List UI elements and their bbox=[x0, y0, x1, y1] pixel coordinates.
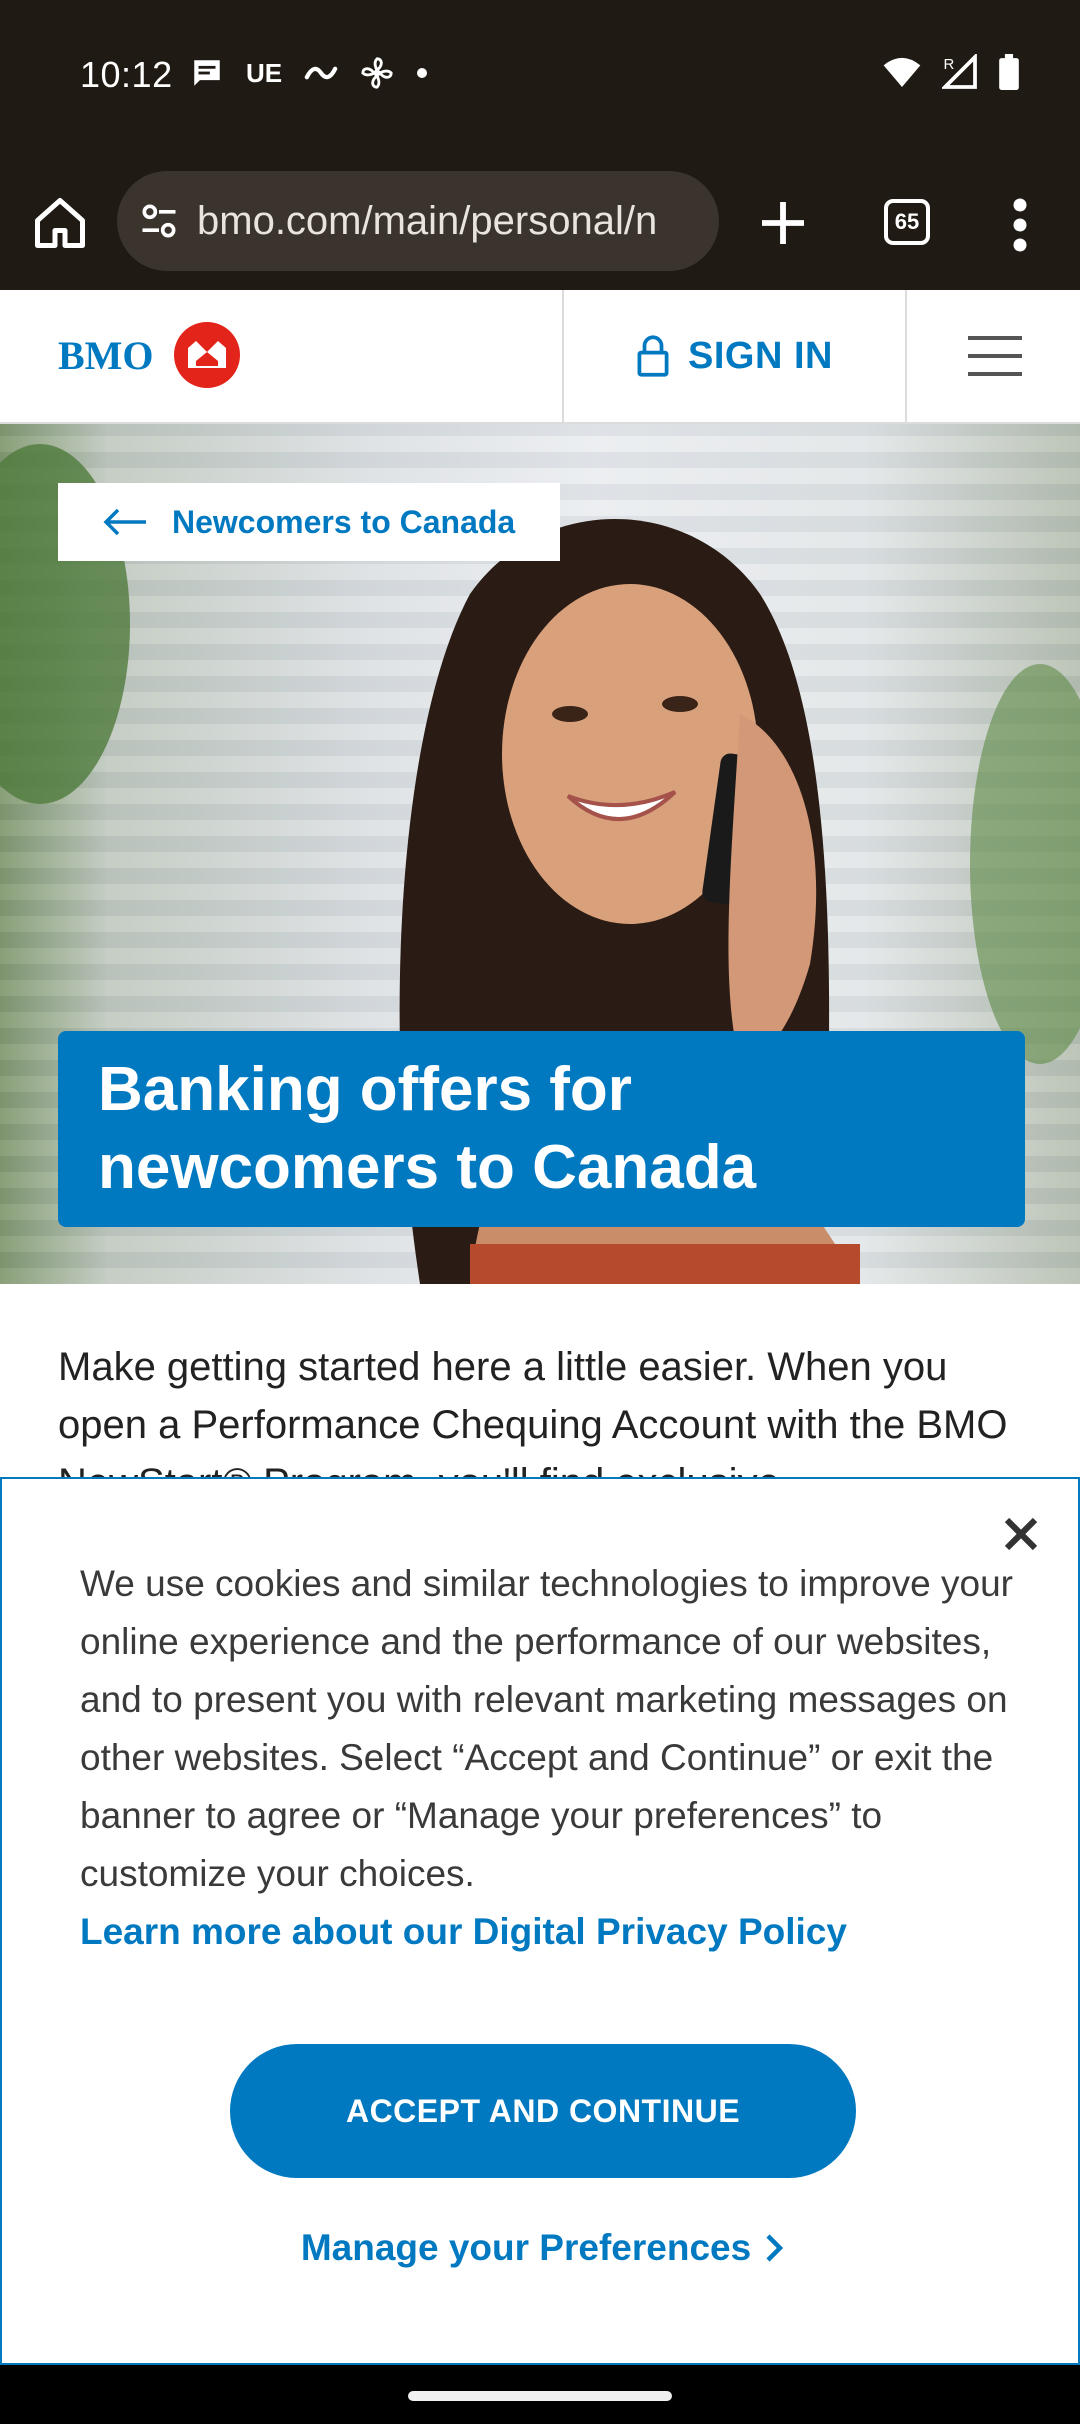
close-icon[interactable] bbox=[1000, 1513, 1042, 1555]
dot-icon bbox=[417, 68, 428, 78]
hero-title-box: Banking offers for newcomers to Canada bbox=[58, 1031, 1025, 1227]
wave-icon bbox=[304, 66, 338, 80]
hero-title-line1: Banking offers for bbox=[98, 1055, 632, 1124]
browser-toolbar: bmo.com/main/personal/n 65 bbox=[0, 155, 1080, 290]
hero-banner: Newcomers to Canada Banking offers for n… bbox=[0, 424, 1080, 1284]
cookie-message: We use cookies and similar technologies … bbox=[80, 1563, 1013, 1894]
site-header: BMO SIGN IN bbox=[0, 290, 1080, 424]
lock-icon bbox=[637, 335, 669, 377]
signal-icon: R bbox=[942, 54, 977, 89]
logo-text: BMO bbox=[58, 332, 154, 378]
site-settings-icon[interactable] bbox=[137, 199, 181, 243]
privacy-policy-link[interactable]: Learn more about our Digital Privacy Pol… bbox=[80, 1911, 847, 1953]
hero-title-line2: newcomers to Canada bbox=[98, 1133, 757, 1202]
fan-icon bbox=[361, 57, 393, 89]
menu-icon[interactable] bbox=[968, 334, 1022, 378]
wifi-icon bbox=[883, 57, 921, 87]
manage-preferences-label: Manage your Preferences bbox=[300, 2227, 752, 2268]
more-options-icon[interactable] bbox=[1005, 195, 1035, 255]
ue-notification: UE bbox=[246, 57, 283, 88]
home-icon[interactable] bbox=[30, 193, 90, 253]
status-bar: 10:12 UE R bbox=[0, 0, 1080, 155]
cookie-consent-banner: We use cookies and similar technologies … bbox=[0, 1477, 1080, 2365]
sign-in-label: SIGN IN bbox=[688, 334, 833, 377]
accept-and-continue-button[interactable]: ACCEPT AND CONTINUE bbox=[230, 2044, 856, 2178]
arrow-left-icon bbox=[103, 508, 146, 536]
bmo-logo[interactable]: BMO bbox=[58, 322, 240, 388]
battery-icon bbox=[999, 54, 1019, 90]
system-nav-bar bbox=[0, 2365, 1080, 2424]
chevron-right-icon bbox=[766, 2234, 784, 2262]
home-gesture-handle[interactable] bbox=[408, 2391, 672, 2401]
status-time: 10:12 bbox=[80, 54, 173, 95]
manage-preferences-link[interactable]: Manage your Preferences bbox=[2, 2227, 1080, 2269]
back-link-label: Newcomers to Canada bbox=[172, 503, 516, 540]
sign-in-button[interactable]: SIGN IN bbox=[562, 290, 907, 422]
system-icons: R bbox=[882, 54, 1020, 90]
new-tab-icon[interactable] bbox=[755, 195, 811, 251]
url-text[interactable]: bmo.com/main/personal/n bbox=[197, 199, 657, 244]
signal-label: R bbox=[944, 56, 955, 73]
bmo-roundel-icon bbox=[173, 322, 240, 388]
address-bar[interactable]: bmo.com/main/personal/n bbox=[117, 171, 719, 271]
notification-icons: UE bbox=[190, 56, 428, 90]
back-to-newcomers-link[interactable]: Newcomers to Canada bbox=[58, 483, 560, 561]
message-icon bbox=[194, 60, 220, 86]
tab-switcher-button[interactable]: 65 bbox=[884, 199, 930, 245]
